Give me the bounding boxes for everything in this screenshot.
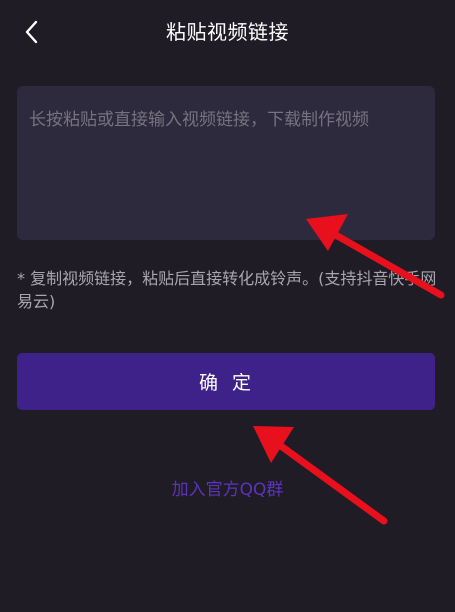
video-link-input-box[interactable] [17,86,435,240]
page-title: 粘贴视频链接 [166,20,289,44]
confirm-button[interactable]: 确 定 [17,353,435,410]
video-link-input[interactable] [29,106,423,220]
header-bar: 粘贴视频链接 [0,0,455,66]
join-qq-group-link[interactable]: 加入官方QQ群 [0,478,455,502]
hint-text: * 复制视频链接，粘贴后直接转化成铃声。(支持抖音快手网易云) [17,269,437,311]
annotation-arrow-2 [253,426,388,525]
